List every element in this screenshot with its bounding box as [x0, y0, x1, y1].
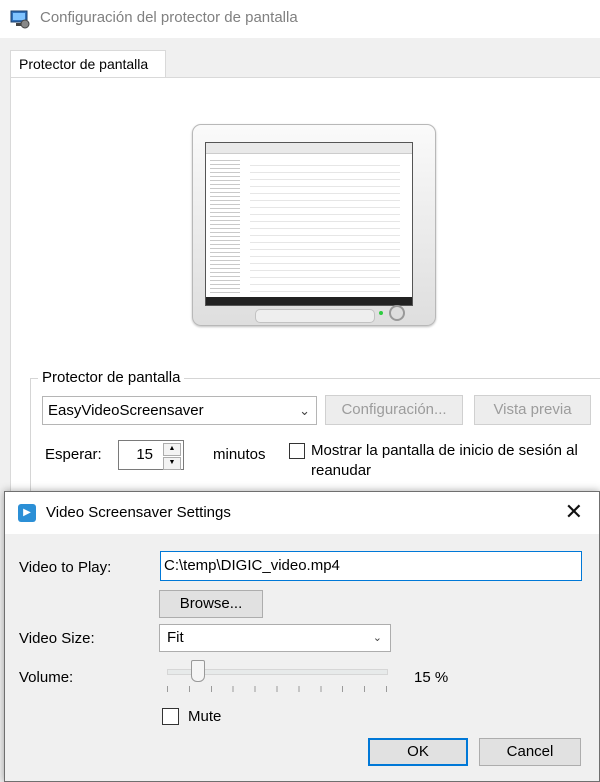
cancel-button[interactable]: Cancel	[479, 738, 581, 766]
stepper-down-icon[interactable]: ▼	[163, 457, 181, 470]
resume-checkbox-label: Mostrar la pantalla de inicio de sesión …	[311, 442, 578, 479]
video-settings-dialog: ▶ Video Screensaver Settings ✕ Video to …	[4, 491, 600, 782]
tab-screensaver[interactable]: Protector de pantalla	[10, 50, 166, 78]
chevron-down-icon: ⌄	[372, 632, 382, 644]
video-path-input[interactable]: C:\temp\DIGIC_video.mp4	[160, 551, 582, 581]
dialog-titlebar: ▶ Video Screensaver Settings ✕	[5, 492, 599, 534]
display-settings-icon	[10, 10, 30, 29]
stepper-up-icon[interactable]: ▲	[163, 443, 181, 456]
screensaver-select[interactable]: EasyVideoScreensaver ⌄	[42, 396, 317, 425]
chevron-down-icon: ⌄	[299, 403, 310, 418]
power-led-icon	[379, 311, 383, 315]
window-title: Configuración del protector de pantalla	[40, 9, 298, 26]
wait-value: 15	[136, 446, 153, 463]
browse-button[interactable]: Browse...	[159, 590, 263, 618]
mute-label: Mute	[188, 708, 222, 725]
minutes-label: minutos	[213, 446, 266, 463]
monitor-preview	[192, 124, 436, 326]
wait-label: Esperar:	[45, 446, 102, 463]
size-label: Video Size:	[19, 630, 95, 647]
video-size-select[interactable]: Fit ⌄	[159, 624, 391, 652]
screensaver-select-value: EasyVideoScreensaver	[48, 402, 204, 419]
wait-stepper[interactable]: 15 ▲ ▼	[118, 440, 184, 470]
background-titlebar: Configuración del protector de pantalla	[0, 0, 600, 38]
volume-slider-thumb[interactable]	[190, 660, 205, 682]
play-icon: ▶	[18, 504, 36, 522]
close-icon[interactable]: ✕	[565, 499, 583, 525]
mute-checkbox[interactable]	[162, 708, 179, 725]
group-label: Protector de pantalla	[38, 369, 185, 386]
video-size-value: Fit	[167, 629, 184, 646]
volume-ticks	[167, 686, 389, 692]
resume-checkbox[interactable]	[289, 443, 305, 459]
dialog-title: Video Screensaver Settings	[46, 504, 231, 521]
ok-button[interactable]: OK	[368, 738, 468, 766]
preview-button[interactable]: Vista previa	[474, 395, 591, 425]
volume-label: Volume:	[19, 669, 74, 686]
video-label: Video to Play:	[19, 559, 112, 576]
volume-value: 15 %	[414, 669, 449, 686]
settings-button[interactable]: Configuración...	[325, 395, 463, 425]
power-button-icon	[389, 305, 405, 321]
monitor-base	[255, 309, 375, 323]
preview-screen	[205, 142, 413, 306]
